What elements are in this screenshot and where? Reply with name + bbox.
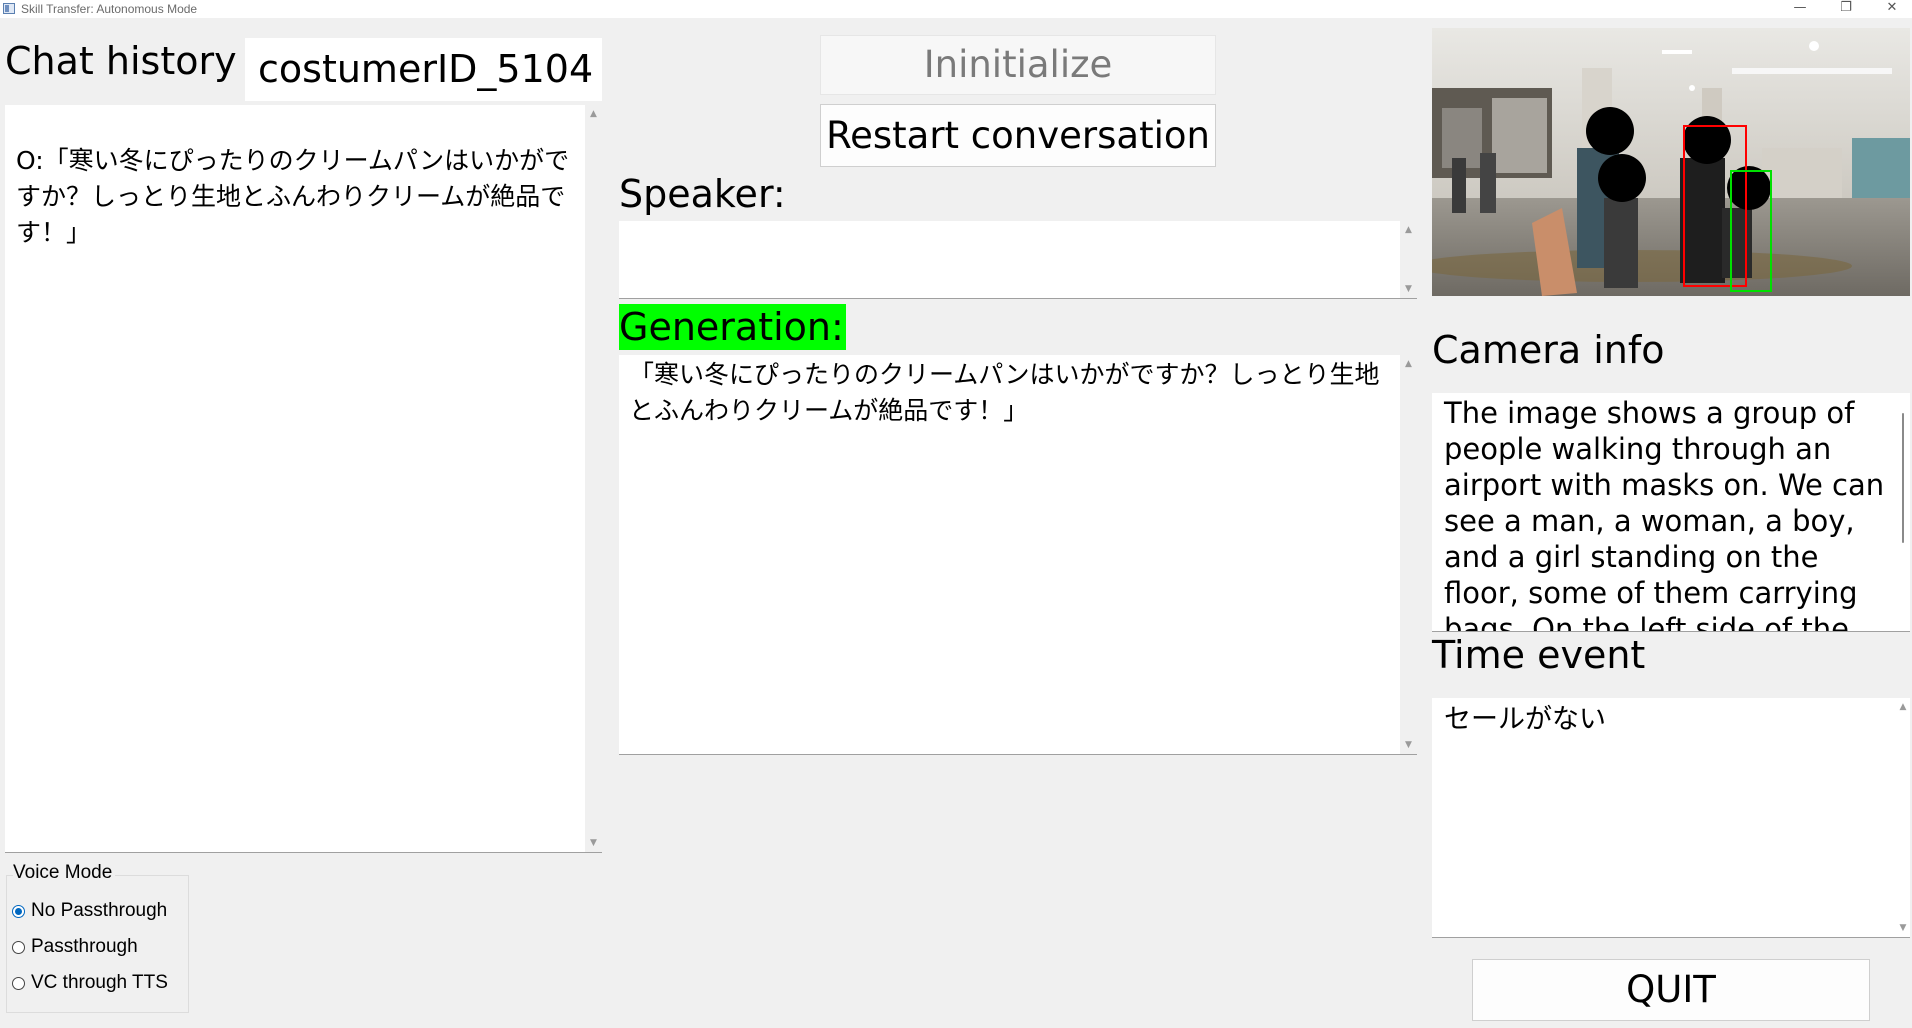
radio-unchecked-icon[interactable] xyxy=(12,976,25,990)
initialize-button[interactable]: Ininitialize xyxy=(820,35,1216,95)
radio-vc-through-tts[interactable]: VC through TTS xyxy=(12,971,168,995)
radio-checked-icon[interactable] xyxy=(12,904,25,918)
time-event-text: セールがない xyxy=(1444,704,1606,735)
radio-label: Passthrough xyxy=(31,936,138,957)
scroll-up-arrow-icon[interactable]: ▲ xyxy=(1400,357,1417,371)
generation-box[interactable]: 「寒い冬にぴったりのクリームパンはいかがですか？しっとり生地とふんわりクリームが… xyxy=(619,355,1417,754)
camera-image xyxy=(1432,28,1910,296)
camera-info-box[interactable]: The image shows a group of people walkin… xyxy=(1432,393,1910,631)
generation-divider xyxy=(619,754,1417,755)
time-event-scrollbar[interactable]: ▲ ▼ xyxy=(1896,698,1910,937)
title-bar: Skill Transfer: Autonomous Mode — ❐ ✕ xyxy=(0,0,1912,18)
voice-mode-heading: Voice Mode xyxy=(13,862,116,884)
speaker-heading: Speaker: xyxy=(619,172,786,216)
camera-info-heading: Camera info xyxy=(1432,328,1665,372)
speaker-scrollbar[interactable]: ▲ ▼ xyxy=(1400,221,1417,298)
scroll-thumb[interactable] xyxy=(1902,413,1904,543)
chat-history-heading: Chat history xyxy=(5,39,237,83)
scroll-down-arrow-icon[interactable]: ▼ xyxy=(1400,738,1417,752)
generation-text: 「寒い冬にぴったりのクリームパンはいかがですか？しっとり生地とふんわりクリームが… xyxy=(629,360,1380,425)
speaker-box[interactable]: ▲ ▼ xyxy=(619,221,1417,298)
customer-id-field[interactable]: costumerID_5104 xyxy=(245,38,602,101)
time-event-divider xyxy=(1432,937,1910,938)
time-event-box[interactable]: セールがない ▲ ▼ xyxy=(1432,698,1910,937)
maximize-button[interactable]: ❐ xyxy=(1823,0,1869,18)
scroll-down-arrow-icon[interactable]: ▼ xyxy=(1896,921,1910,935)
camera-info-scrollbar[interactable] xyxy=(1898,393,1910,631)
chat-history-box[interactable]: O:「寒い冬にぴったりのクリームパンはいかがですか？しっとり生地とふんわりクリー… xyxy=(5,105,602,852)
scroll-up-arrow-icon[interactable]: ▲ xyxy=(585,107,602,121)
scroll-down-arrow-icon[interactable]: ▼ xyxy=(1400,282,1417,296)
generation-heading: Generation: xyxy=(619,304,846,350)
customer-id-value: costumerID_5104 xyxy=(258,47,594,91)
generation-scrollbar[interactable]: ▲ ▼ xyxy=(1400,355,1417,754)
window-title: Skill Transfer: Autonomous Mode xyxy=(21,2,198,16)
radio-label: VC through TTS xyxy=(31,972,168,993)
app-icon xyxy=(3,3,15,14)
radio-passthrough[interactable]: Passthrough xyxy=(12,935,138,959)
chat-history-divider xyxy=(5,852,602,853)
speaker-divider xyxy=(619,298,1417,299)
time-event-heading: Time event xyxy=(1432,633,1646,677)
scroll-down-arrow-icon[interactable]: ▼ xyxy=(585,836,602,850)
camera-info-text: The image shows a group of people walkin… xyxy=(1444,396,1885,631)
radio-unchecked-icon[interactable] xyxy=(12,940,25,954)
quit-button[interactable]: QUIT xyxy=(1472,959,1870,1021)
radio-no-passthrough[interactable]: No Passthrough xyxy=(12,899,167,923)
scroll-up-arrow-icon[interactable]: ▲ xyxy=(1896,700,1910,714)
close-window-button[interactable]: ✕ xyxy=(1869,0,1912,18)
restart-conversation-button[interactable]: Restart conversation xyxy=(820,104,1216,167)
scroll-up-arrow-icon[interactable]: ▲ xyxy=(1400,223,1417,237)
radio-label: No Passthrough xyxy=(31,900,168,921)
minimize-button[interactable]: — xyxy=(1777,0,1823,18)
chat-history-scrollbar[interactable]: ▲ ▼ xyxy=(585,105,602,852)
chat-history-text: O:「寒い冬にぴったりのクリームパンはいかがですか？しっとり生地とふんわりクリー… xyxy=(16,146,570,247)
